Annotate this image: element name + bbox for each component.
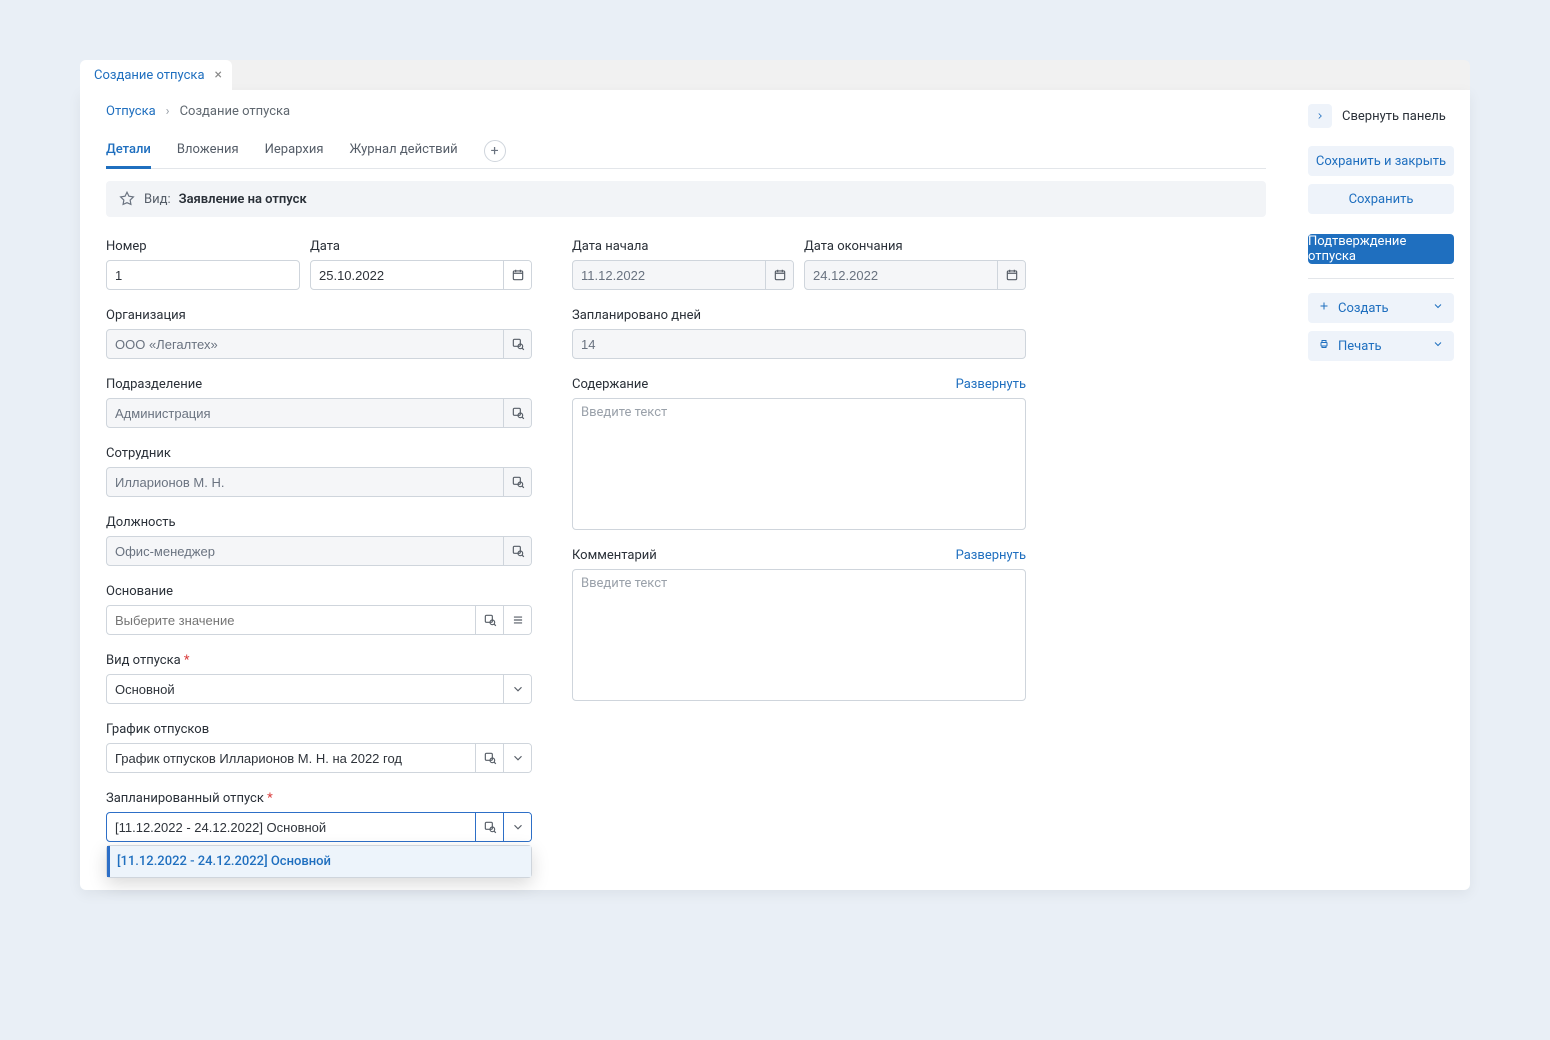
collapse-panel-label: Свернуть панель: [1342, 109, 1446, 124]
kind-value: Заявление на отпуск: [179, 192, 307, 207]
dept-label: Подразделение: [106, 377, 532, 392]
expand-content-link[interactable]: Развернуть: [956, 377, 1026, 392]
lookup-icon[interactable]: [475, 744, 503, 772]
chevron-down-icon[interactable]: [503, 744, 531, 772]
lookup-icon[interactable]: [503, 537, 531, 565]
date-input[interactable]: [311, 261, 503, 289]
org-input: [107, 330, 503, 358]
tab-hierarchy[interactable]: Иерархия: [265, 133, 324, 169]
position-input: [107, 537, 503, 565]
expand-comment-link[interactable]: Развернуть: [956, 548, 1026, 563]
breadcrumb-root-link[interactable]: Отпуска: [106, 104, 156, 119]
start-label: Дата начала: [572, 239, 794, 254]
end-label: Дата окончания: [804, 239, 1026, 254]
kind-bar: Вид: Заявление на отпуск: [106, 181, 1266, 217]
planned-label: Запланированный отпуск: [106, 791, 532, 806]
dept-input: [107, 399, 503, 427]
calendar-icon[interactable]: [765, 261, 793, 289]
number-input[interactable]: [107, 261, 299, 289]
confirm-vacation-button[interactable]: Подтверждение отпуска: [1308, 234, 1454, 264]
schedule-label: График отпусков: [106, 722, 532, 737]
kind-label: Вид:: [144, 192, 171, 207]
side-panel: Свернуть панель Сохранить и закрыть Сохр…: [1292, 104, 1470, 860]
close-icon[interactable]: ×: [215, 68, 222, 82]
tab-details[interactable]: Детали: [106, 133, 151, 169]
create-menu-button[interactable]: Создать: [1308, 293, 1454, 323]
star-icon[interactable]: [118, 190, 136, 208]
start-input: [573, 261, 765, 289]
comment-label: Комментарий: [572, 548, 657, 563]
content-placeholder: Введите текст: [581, 405, 667, 420]
date-label: Дата: [310, 239, 532, 254]
comment-placeholder: Введите текст: [581, 576, 667, 591]
content-label: Содержание: [572, 377, 648, 392]
window-tab-bar: Создание отпуска ×: [80, 60, 1470, 90]
reason-label: Основание: [106, 584, 532, 599]
lookup-icon[interactable]: [475, 606, 503, 634]
nav-tabs: Детали Вложения Иерархия Журнал действий…: [106, 133, 1266, 169]
collapse-panel-button[interactable]: Свернуть панель: [1308, 104, 1454, 128]
right-column: Дата начала Дата окончания: [572, 239, 1026, 860]
save-and-close-button[interactable]: Сохранить и закрыть: [1308, 146, 1454, 176]
chevron-down-icon: [1432, 338, 1444, 354]
position-label: Должность: [106, 515, 532, 530]
calendar-icon[interactable]: [503, 261, 531, 289]
calendar-icon[interactable]: [997, 261, 1025, 289]
vac-type-input[interactable]: [107, 675, 503, 703]
tab-action-log[interactable]: Журнал действий: [349, 133, 457, 169]
breadcrumb-current: Создание отпуска: [180, 104, 291, 119]
lookup-icon[interactable]: [503, 399, 531, 427]
window-tab[interactable]: Создание отпуска ×: [80, 60, 232, 90]
chevron-right-icon: [1308, 104, 1332, 128]
lookup-icon[interactable]: [503, 468, 531, 496]
content-textarea[interactable]: Введите текст: [572, 398, 1026, 530]
chevron-down-icon[interactable]: [503, 675, 531, 703]
employee-label: Сотрудник: [106, 446, 532, 461]
days-label: Запланировано дней: [572, 308, 1026, 323]
days-input: [573, 330, 1025, 358]
window-tab-title: Создание отпуска: [94, 68, 205, 83]
plus-icon: [1318, 300, 1330, 316]
printer-icon: [1318, 338, 1330, 354]
planned-input[interactable]: [107, 813, 475, 841]
divider: [1308, 278, 1454, 279]
planned-dropdown: [11.12.2022 - 24.12.2022] Основной: [106, 845, 532, 878]
print-label: Печать: [1338, 339, 1382, 354]
add-tab-button[interactable]: +: [484, 140, 506, 162]
chevron-down-icon[interactable]: [503, 813, 531, 841]
save-button[interactable]: Сохранить: [1308, 184, 1454, 214]
employee-input: [107, 468, 503, 496]
reason-input[interactable]: [107, 606, 475, 634]
breadcrumb: Отпуска › Создание отпуска: [106, 104, 1266, 133]
left-column: Номер Дата: [106, 239, 532, 860]
dropdown-option[interactable]: [11.12.2022 - 24.12.2022] Основной: [107, 846, 531, 877]
number-label: Номер: [106, 239, 300, 254]
end-input: [805, 261, 997, 289]
chevron-right-icon: ›: [166, 104, 170, 119]
create-label: Создать: [1338, 301, 1389, 316]
lookup-icon[interactable]: [503, 330, 531, 358]
chevron-down-icon: [1432, 300, 1444, 316]
lookup-icon[interactable]: [475, 813, 503, 841]
tab-attachments[interactable]: Вложения: [177, 133, 239, 169]
org-label: Организация: [106, 308, 532, 323]
print-menu-button[interactable]: Печать: [1308, 331, 1454, 361]
list-icon[interactable]: [503, 606, 531, 634]
schedule-input[interactable]: [107, 744, 475, 772]
comment-textarea[interactable]: Введите текст: [572, 569, 1026, 701]
vac-type-label: Вид отпуска: [106, 653, 532, 668]
